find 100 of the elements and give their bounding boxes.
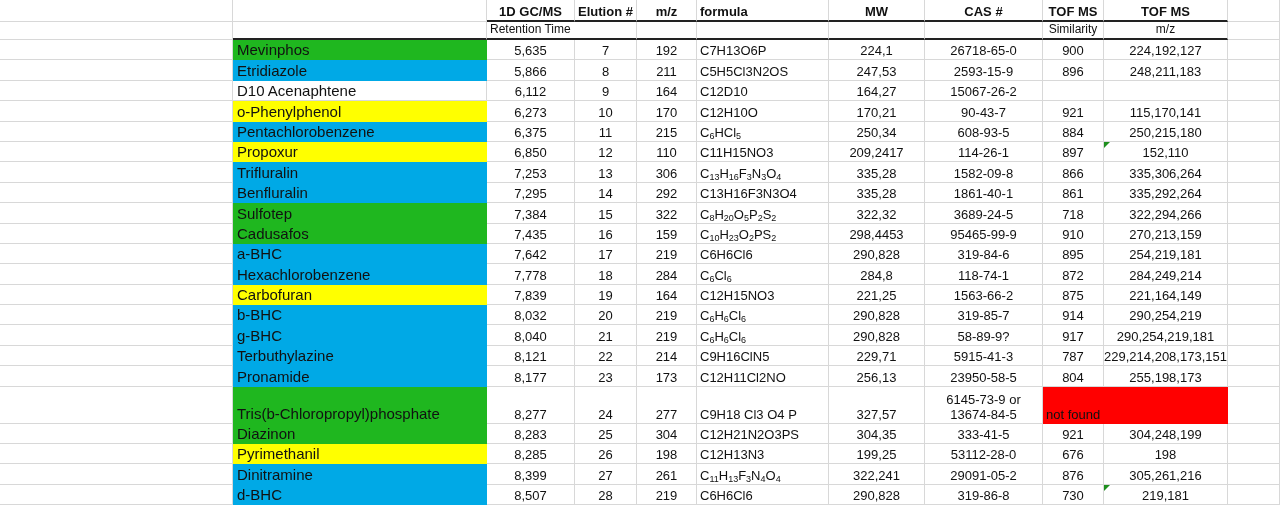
table-cell: 90-43-7: [925, 101, 1043, 122]
table-cell: 5915-41-3: [925, 345, 1043, 367]
column-header: TOF MS: [1104, 0, 1228, 22]
formula-text: C6H6Cl6: [700, 247, 753, 263]
table-cell: 58-89-9?: [925, 325, 1043, 346]
table-cell: 335,306,264: [1104, 162, 1228, 183]
table-cell: 95465-99-9: [925, 223, 1043, 244]
table-cell: 322,32: [829, 203, 925, 224]
table-cell: 118-74-1: [925, 264, 1043, 285]
table-cell: 250,34: [829, 121, 925, 142]
compound-name-cell: b-BHC: [233, 305, 487, 326]
table-cell: 219: [637, 305, 697, 326]
table-cell: 211: [637, 60, 697, 81]
table-cell: 198: [1104, 444, 1228, 465]
table-cell: 8,285: [487, 444, 575, 465]
table-cell: 290,828: [829, 325, 925, 346]
compound-name-cell: Pronamide: [233, 366, 487, 387]
table-cell: 23: [575, 366, 637, 387]
formula-text: C12D10: [700, 84, 748, 100]
table-cell: 8: [575, 60, 637, 81]
table-cell: 26718-65-0: [925, 40, 1043, 61]
table-cell: 199,25: [829, 444, 925, 465]
table-cell: 24: [575, 386, 637, 424]
column-header: formula: [697, 0, 829, 22]
table-cell: 900: [1043, 40, 1104, 61]
compound-name-cell: Pentachlorobenzene: [233, 121, 487, 142]
table-cell: 8,032: [487, 305, 575, 326]
table-cell: 327,57: [829, 386, 925, 424]
table-cell: 1563-66-2: [925, 284, 1043, 306]
table-cell: 11: [575, 121, 637, 142]
table-cell: 8,399: [487, 464, 575, 485]
column-header: MW: [829, 0, 925, 22]
table-cell: 6,850: [487, 141, 575, 163]
table-cell: 5,635: [487, 40, 575, 61]
compound-name-cell: Dinitramine: [233, 464, 487, 485]
table-cell: 292: [637, 182, 697, 204]
table-cell: 13: [575, 162, 637, 183]
table-cell: 910: [1043, 223, 1104, 244]
table-cell: 209,2417: [829, 141, 925, 163]
table-cell: 884: [1043, 121, 1104, 142]
formula-text: C$_{6}$Cl$_{6}$: [700, 267, 732, 283]
table-cell: 872: [1043, 264, 1104, 285]
compound-name-cell: Carbofuran: [233, 284, 487, 306]
table-cell: 290,254,219: [1104, 305, 1228, 326]
table-cell: 219: [637, 243, 697, 265]
table-cell: 219,181: [1104, 484, 1228, 505]
table-cell: 730: [1043, 484, 1104, 505]
table-cell: 319-85-7: [925, 305, 1043, 326]
compound-name-cell: o-Phenylphenol: [233, 101, 487, 122]
table-cell: 23950-58-5: [925, 366, 1043, 387]
table-cell: 718: [1043, 203, 1104, 224]
table-cell: 319-86-8: [925, 484, 1043, 505]
table-cell: 17: [575, 243, 637, 265]
table-cell: 284: [637, 264, 697, 285]
table-cell: 306: [637, 162, 697, 183]
table-cell: 5,866: [487, 60, 575, 81]
table-cell: 219: [637, 484, 697, 505]
compound-name-cell: Pyrimethanil: [233, 444, 487, 465]
table-cell: 224,192,127: [1104, 40, 1228, 61]
compound-name-cell: Etridiazole: [233, 60, 487, 81]
table-cell: 20: [575, 305, 637, 326]
formula-text: C$_{13}$H$_{16}$F$_{3}$N$_{3}$O$_{4}$: [700, 165, 782, 181]
formula-text: C5H5Cl3N2OS: [700, 63, 789, 79]
table-cell: 897: [1043, 141, 1104, 163]
column-header: m/z: [637, 0, 697, 22]
compound-name-cell: Trifluralin: [233, 162, 487, 183]
table-cell: 26: [575, 444, 637, 465]
table-cell: 255,198,173: [1104, 366, 1228, 387]
table-cell: 224,1: [829, 40, 925, 61]
table-cell: 6,112: [487, 80, 575, 102]
table-cell: 22: [575, 345, 637, 367]
table-cell: 6,375: [487, 121, 575, 142]
table-cell: 215: [637, 121, 697, 142]
table-cell: 219: [637, 325, 697, 346]
table-cell: 298,4453: [829, 223, 925, 244]
table-cell: 917: [1043, 325, 1104, 346]
table-cell: 8,177: [487, 366, 575, 387]
table-cell: 270,213,159: [1104, 223, 1228, 244]
table-cell: 192: [637, 40, 697, 61]
table-cell: 27: [575, 464, 637, 485]
compound-name-cell: D10 Acenaphtene: [233, 80, 487, 102]
formula-text: C12H11Cl2NO: [700, 369, 786, 385]
table-cell: 170: [637, 101, 697, 122]
table-cell: 7,435: [487, 223, 575, 244]
compound-name-cell: Mevinphos: [233, 40, 487, 61]
compound-name-cell: Cadusafos: [233, 223, 487, 244]
formula-text: C$_{6}$H$_{6}$Cl$_{6}$: [700, 308, 747, 324]
table-cell: 250,215,180: [1104, 121, 1228, 142]
column-subheader: m/z: [1104, 22, 1228, 40]
table-cell: 7,253: [487, 162, 575, 183]
not-found-cell: not found: [1043, 386, 1228, 424]
table-cell: 895: [1043, 243, 1104, 265]
formula-text: C9H18 Cl3 O4 P: [700, 406, 797, 422]
table-cell: 18: [575, 264, 637, 285]
table-cell: 53112-28-0: [925, 444, 1043, 465]
table-cell: 15067-26-2: [925, 80, 1043, 102]
compound-name-cell: d-BHC: [233, 484, 487, 505]
table-cell: 8,277: [487, 386, 575, 424]
table-cell: 290,828: [829, 305, 925, 326]
table-cell: 6,273: [487, 101, 575, 122]
